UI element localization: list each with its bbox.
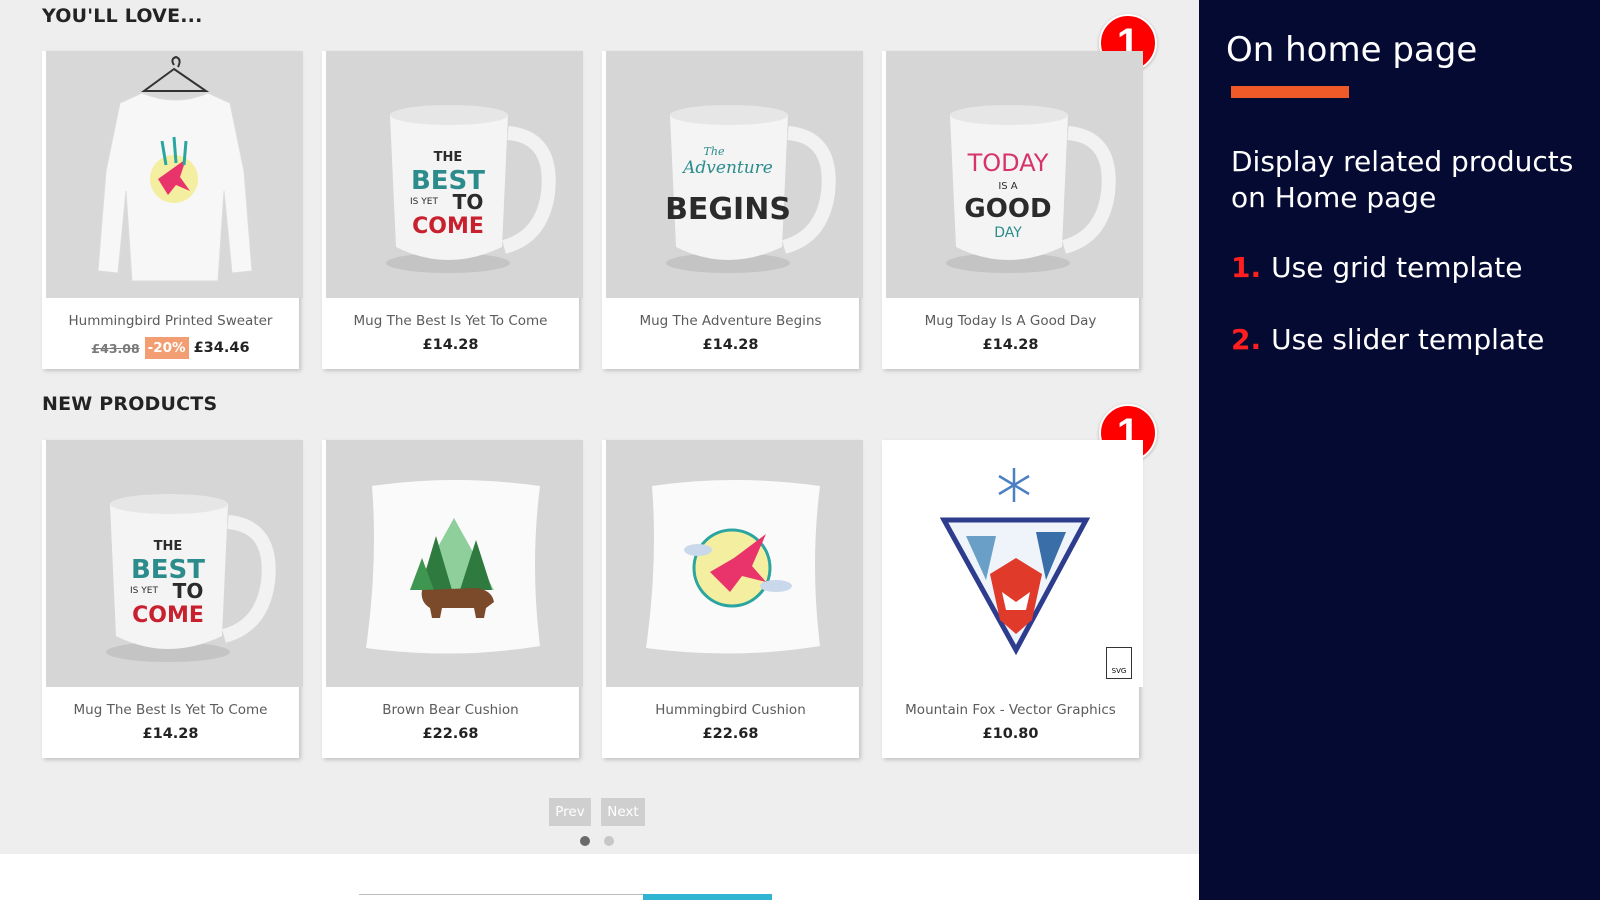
svg-text:IS YET: IS YET bbox=[130, 586, 158, 596]
hummingbird-cushion-illustration bbox=[606, 440, 863, 687]
slider-dot[interactable] bbox=[604, 836, 614, 846]
product-card[interactable]: Hummingbird Cushion £22.68 bbox=[602, 440, 863, 758]
price-row: £22.68 bbox=[602, 726, 859, 742]
svg-text:DAY: DAY bbox=[994, 225, 1022, 241]
svg-text:TO: TO bbox=[453, 190, 484, 214]
svg-text:COME: COME bbox=[132, 603, 204, 628]
section-title-related: YOU'LL LOVE... bbox=[42, 5, 203, 27]
product-card[interactable]: Hummingbird Printed Sweater £43.08 -20% … bbox=[42, 51, 303, 369]
svg-text:IS YET: IS YET bbox=[410, 197, 438, 207]
panel-title: On home page bbox=[1226, 30, 1478, 70]
title-underline bbox=[1231, 86, 1349, 98]
mug-best-image[interactable]: THE BEST IS YET TO COME bbox=[46, 440, 303, 687]
product-price: £10.80 bbox=[982, 726, 1039, 742]
product-card[interactable]: TODAY IS A GOOD DAY Mug Today Is A Good … bbox=[882, 51, 1143, 369]
step-label: Use grid template bbox=[1271, 251, 1523, 284]
product-price: £14.28 bbox=[982, 337, 1039, 353]
svg-text:TODAY: TODAY bbox=[967, 149, 1049, 177]
mug-today-image[interactable]: TODAY IS A GOOD DAY bbox=[886, 51, 1143, 298]
newsletter-email-input[interactable] bbox=[359, 894, 643, 900]
step-number: 1. bbox=[1231, 251, 1262, 284]
step-item: 1. Use grid template bbox=[1231, 251, 1522, 284]
slider-prev-button[interactable]: Prev bbox=[549, 798, 591, 826]
bear-cushion-image[interactable] bbox=[326, 440, 583, 687]
product-card[interactable]: SVG Mountain Fox - Vector Graphics £10.8… bbox=[882, 440, 1143, 758]
storefront-area: YOU'LL LOVE... 1 Hummingbird Printed Swe… bbox=[0, 0, 1199, 900]
mug-adventure-image[interactable]: The Adventure BEGINS bbox=[606, 51, 863, 298]
mug-best-illustration: THE BEST IS YET TO COME bbox=[46, 440, 303, 687]
related-products-grid: Hummingbird Printed Sweater £43.08 -20% … bbox=[42, 51, 1143, 371]
svg-text:The: The bbox=[704, 145, 725, 158]
svg-file-icon: SVG bbox=[1106, 647, 1132, 679]
price-row: £22.68 bbox=[322, 726, 579, 742]
product-name[interactable]: Mug The Best Is Yet To Come bbox=[322, 313, 579, 329]
product-name[interactable]: Mug The Adventure Begins bbox=[602, 313, 859, 329]
sweater-image[interactable] bbox=[46, 51, 303, 298]
product-name[interactable]: Hummingbird Printed Sweater bbox=[42, 313, 299, 329]
slider-next-button[interactable]: Next bbox=[601, 798, 645, 826]
product-price: £22.68 bbox=[702, 726, 759, 742]
svg-text:Adventure: Adventure bbox=[681, 158, 773, 178]
product-price: £22.68 bbox=[422, 726, 479, 742]
hummingbird-cushion-image[interactable] bbox=[606, 440, 863, 687]
step-label: Use slider template bbox=[1271, 323, 1545, 356]
bear-cushion-illustration bbox=[326, 440, 583, 687]
discount-badge: -20% bbox=[144, 337, 189, 359]
mug-best-illustration: THE BEST IS YET TO COME bbox=[326, 51, 583, 298]
svg-text:THE: THE bbox=[434, 150, 463, 165]
slider-dot-active[interactable] bbox=[580, 836, 590, 846]
svg-text:THE: THE bbox=[154, 539, 183, 554]
product-name[interactable]: Mountain Fox - Vector Graphics bbox=[882, 702, 1139, 718]
product-name[interactable]: Mug Today Is A Good Day bbox=[882, 313, 1139, 329]
product-price: £14.28 bbox=[422, 337, 479, 353]
newsletter-subscribe-button[interactable] bbox=[643, 894, 772, 900]
price-row: £43.08 -20% £34.46 bbox=[42, 337, 299, 359]
sweater-illustration bbox=[46, 51, 303, 298]
product-price: £14.28 bbox=[702, 337, 759, 353]
product-name[interactable]: Mug The Best Is Yet To Come bbox=[42, 702, 299, 718]
mug-best-image[interactable]: THE BEST IS YET TO COME bbox=[326, 51, 583, 298]
old-price: £43.08 bbox=[91, 340, 140, 356]
svg-text:COME: COME bbox=[412, 214, 484, 239]
price-row: £10.80 bbox=[882, 726, 1139, 742]
svg-text:BEGINS: BEGINS bbox=[665, 192, 791, 227]
mug-adventure-illustration: The Adventure BEGINS bbox=[606, 51, 863, 298]
product-card[interactable]: The Adventure BEGINS Mug The Adventure B… bbox=[602, 51, 863, 369]
product-name[interactable]: Brown Bear Cushion bbox=[322, 702, 579, 718]
product-card[interactable]: THE BEST IS YET TO COME Mug The Best Is … bbox=[322, 51, 583, 369]
step-item: 2. Use slider template bbox=[1231, 323, 1544, 356]
price-row: £14.28 bbox=[602, 337, 859, 353]
svg-text:IS A: IS A bbox=[998, 181, 1017, 192]
mug-today-illustration: TODAY IS A GOOD DAY bbox=[886, 51, 1143, 298]
step-number: 2. bbox=[1231, 323, 1262, 356]
fox-vector-image[interactable] bbox=[886, 440, 1143, 687]
product-name[interactable]: Hummingbird Cushion bbox=[602, 702, 859, 718]
section-title-new-products: NEW PRODUCTS bbox=[42, 393, 218, 415]
new-products-slider: THE BEST IS YET TO COME Mug The Best Is … bbox=[42, 440, 1143, 760]
price-row: £14.28 bbox=[322, 337, 579, 353]
product-card[interactable]: THE BEST IS YET TO COME Mug The Best Is … bbox=[42, 440, 303, 758]
svg-text:GOOD: GOOD bbox=[964, 194, 1051, 224]
panel-description: Display related products on Home page bbox=[1231, 145, 1574, 214]
product-price: £14.28 bbox=[142, 726, 199, 742]
price-row: £14.28 bbox=[42, 726, 299, 742]
price-row: £14.28 bbox=[882, 337, 1139, 353]
product-card[interactable]: Brown Bear Cushion £22.68 bbox=[322, 440, 583, 758]
product-price: £34.46 bbox=[193, 340, 250, 356]
fox-vector-illustration bbox=[886, 440, 1143, 687]
svg-text:TO: TO bbox=[173, 579, 204, 603]
info-panel: On home page Display related products on… bbox=[1199, 0, 1600, 900]
